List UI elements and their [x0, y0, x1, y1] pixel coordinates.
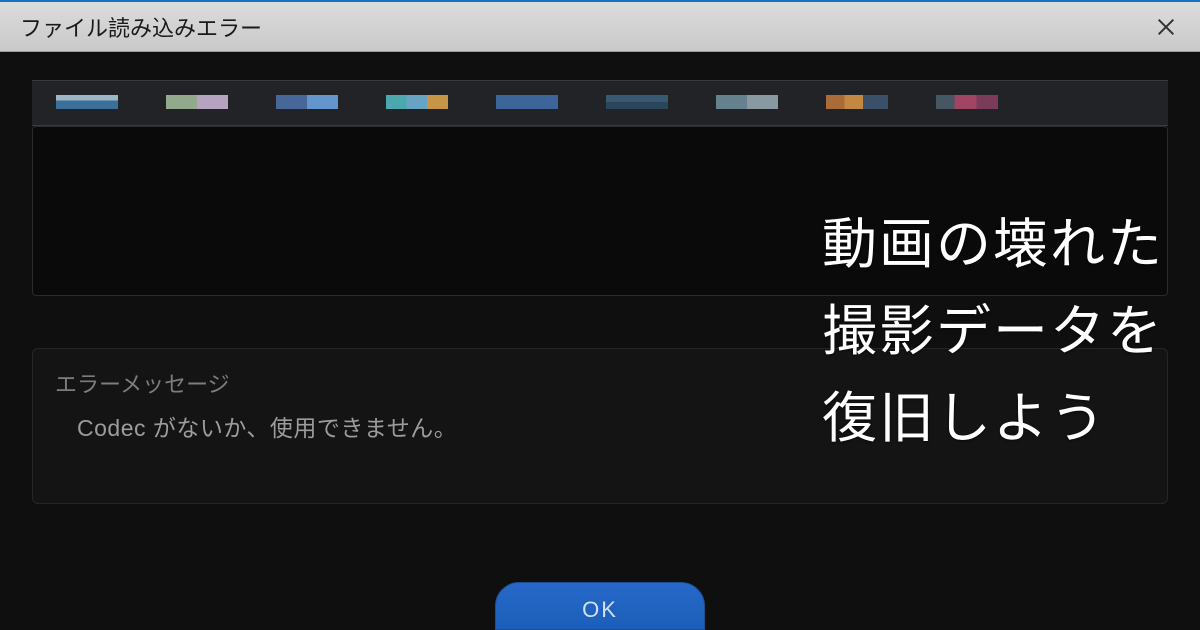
thumbnail[interactable] [606, 95, 668, 109]
thumbnail[interactable] [826, 95, 888, 109]
thumbnail[interactable] [386, 95, 448, 109]
ok-button-label: OK [582, 597, 618, 623]
thumbnail[interactable] [936, 95, 998, 109]
thumbnail[interactable] [716, 95, 778, 109]
close-icon [1155, 16, 1177, 38]
thumbnail-strip [32, 80, 1168, 126]
thumbnail[interactable] [166, 95, 228, 109]
thumbnail[interactable] [276, 95, 338, 109]
ok-button[interactable]: OK [495, 582, 705, 630]
dialog-title: ファイル読み込みエラー [20, 11, 262, 43]
error-dialog: ファイル読み込みエラー エラーメッセージ Codec がないか、使用できません。… [0, 0, 1200, 630]
thumbnail[interactable] [496, 95, 558, 109]
dialog-content: エラーメッセージ Codec がないか、使用できません。 OK 動画の壊れた 撮… [0, 52, 1200, 630]
thumbnail[interactable] [56, 95, 118, 109]
overlay-caption: 動画の壊れた 撮影データを 復旧しよう [822, 202, 1164, 463]
close-button[interactable] [1146, 7, 1186, 47]
titlebar: ファイル読み込みエラー [0, 2, 1200, 52]
